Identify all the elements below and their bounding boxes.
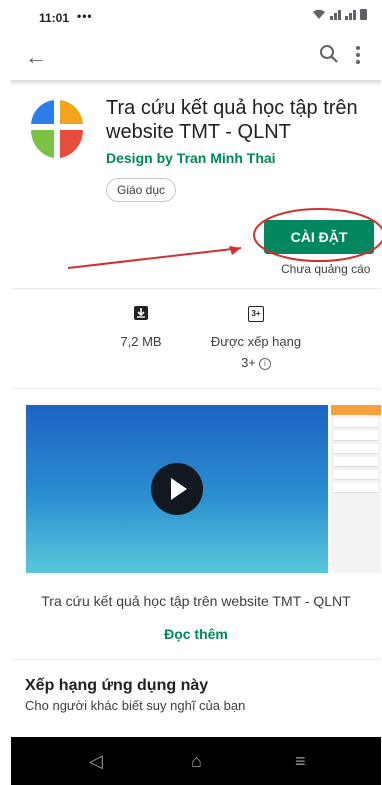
nav-home-icon[interactable]: ⌂ <box>191 751 202 772</box>
wifi-icon <box>313 9 325 19</box>
size-value: 7,2 MB <box>120 334 162 349</box>
app-bar-shadow <box>11 80 381 86</box>
description-caption: Tra cứu kết quả học tập trên website TMT… <box>41 593 351 609</box>
search-icon[interactable] <box>317 42 341 66</box>
rating-value: 3+ <box>241 355 256 370</box>
category-chip[interactable]: Giáo dục <box>106 178 177 202</box>
play-button[interactable] <box>151 463 203 515</box>
play-icon <box>171 478 187 500</box>
play-store-app-page: 11:01 ••• ← Tra cứu kết quả học tập trên… <box>11 0 382 785</box>
status-icons <box>312 8 367 20</box>
nav-back-icon[interactable]: ◁ <box>89 751 103 772</box>
download-icon <box>134 306 148 320</box>
nav-recents-icon[interactable]: ≡ <box>295 751 306 772</box>
screenshot-thumbnail[interactable] <box>331 405 381 573</box>
app-title: Tra cứu kết quả học tập trên website TMT… <box>106 97 358 143</box>
read-more-link[interactable]: Đọc thêm <box>11 626 381 642</box>
signal-icon-2 <box>345 10 356 20</box>
navigation-bar: ◁ ⌂ ≡ <box>11 737 381 785</box>
info-icon[interactable]: i <box>258 357 271 370</box>
rating-row[interactable]: 3+ i <box>206 355 306 370</box>
annotation-arrow <box>67 246 242 269</box>
more-vert-icon[interactable] <box>353 44 363 66</box>
rate-section-subtitle: Cho người khác biết suy nghĩ của bạn <box>25 698 246 713</box>
rate-section-title: Xếp hạng ứng dụng này <box>25 677 209 694</box>
notification-dots: ••• <box>77 9 93 23</box>
divider <box>11 659 381 660</box>
annotation-circle <box>253 208 382 262</box>
back-arrow-icon[interactable]: ← <box>25 44 47 70</box>
status-time: 11:01 <box>39 11 70 25</box>
app-logo <box>30 100 84 158</box>
size-stat: 7,2 MB <box>106 306 176 349</box>
rating-stat: 3+ Được xếp hạng 3+ i <box>206 306 306 370</box>
app-bar: ← <box>11 36 381 80</box>
content-rating-icon: 3+ <box>248 306 264 322</box>
divider <box>11 288 381 289</box>
battery-icon <box>360 9 367 20</box>
rating-label: Được xếp hạng <box>210 334 302 349</box>
status-bar: 11:01 ••• <box>11 0 381 32</box>
developer-link[interactable]: Design by Tran Minh Thai <box>106 150 276 166</box>
ads-note: Chưa quảng cáo <box>281 262 371 276</box>
signal-icon <box>330 10 341 20</box>
divider <box>11 388 381 389</box>
video-thumbnail[interactable] <box>26 405 328 573</box>
